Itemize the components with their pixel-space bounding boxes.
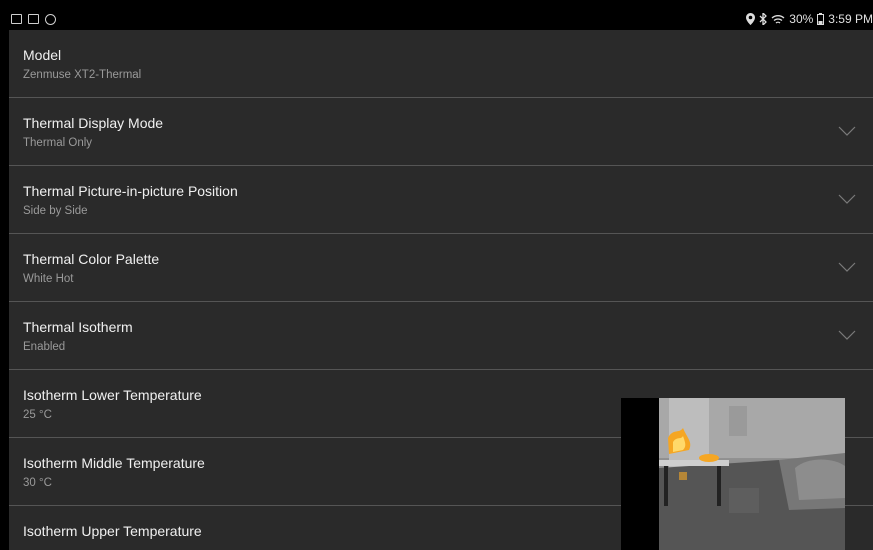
setting-row-model: Model Zenmuse XT2-Thermal <box>9 30 873 98</box>
thermal-scene-graphic <box>659 398 845 550</box>
image-icon <box>11 14 22 24</box>
chevron-down-icon[interactable] <box>838 262 856 272</box>
setting-row-pip-position[interactable]: Thermal Picture-in-picture Position Side… <box>9 166 873 234</box>
chevron-down-icon[interactable] <box>838 330 856 340</box>
location-icon <box>746 13 756 25</box>
status-bar-left <box>9 13 56 25</box>
setting-value: Side by Side <box>23 205 88 217</box>
status-bar: 30% 3:59 PM <box>9 8 873 30</box>
clock: 3:59 PM <box>828 12 873 26</box>
setting-value: Zenmuse XT2-Thermal <box>23 69 142 81</box>
setting-title: Model <box>23 47 62 63</box>
thermal-camera-image <box>659 398 845 550</box>
setting-row-thermal-display-mode[interactable]: Thermal Display Mode Thermal Only <box>9 98 873 166</box>
setting-value: White Hot <box>23 273 74 285</box>
status-bar-right: 30% 3:59 PM <box>746 12 873 26</box>
setting-title: Thermal Picture-in-picture Position <box>23 183 238 199</box>
setting-value: Enabled <box>23 341 66 353</box>
setting-value: Thermal Only <box>23 137 93 149</box>
setting-row-color-palette[interactable]: Thermal Color Palette White Hot <box>9 234 873 302</box>
wifi-icon <box>771 14 785 24</box>
setting-title: Thermal Isotherm <box>23 319 133 335</box>
setting-title: Thermal Color Palette <box>23 251 160 267</box>
chevron-down-icon[interactable] <box>838 126 856 136</box>
bluetooth-icon <box>759 13 768 25</box>
battery-percent: 30% <box>789 12 814 26</box>
setting-row-isotherm[interactable]: Thermal Isotherm Enabled <box>9 302 873 370</box>
chevron-down-icon[interactable] <box>838 194 856 204</box>
thermal-camera-preview[interactable] <box>621 398 845 550</box>
battery-icon <box>817 13 825 25</box>
setting-title: Thermal Display Mode <box>23 115 164 131</box>
sync-icon <box>45 13 56 25</box>
cast-icon <box>28 14 39 24</box>
